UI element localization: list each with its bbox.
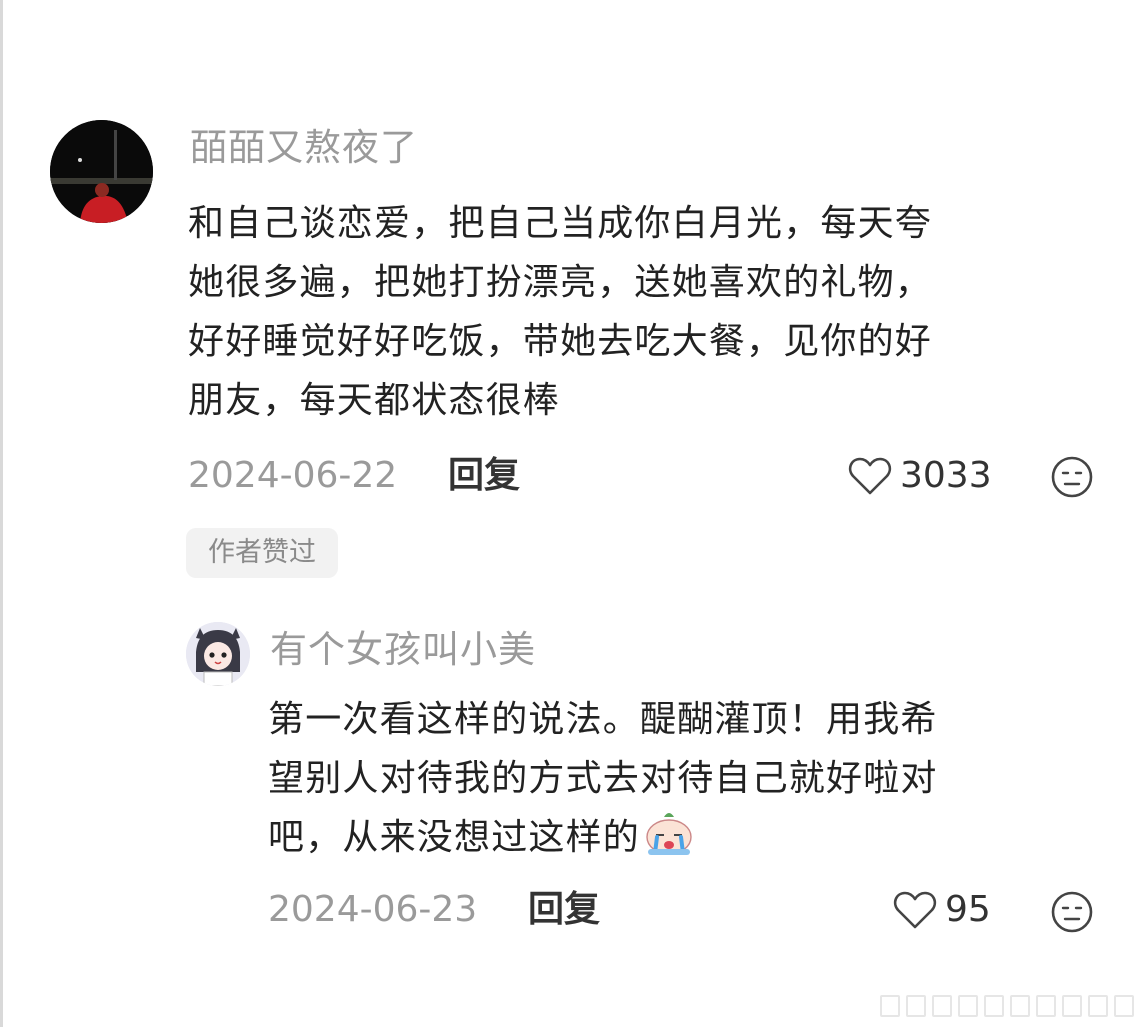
- comment-text-line: 朋友，每天都状态很棒: [188, 380, 561, 421]
- reply-button[interactable]: 回复: [528, 888, 600, 932]
- comment-date: 2024-06-22: [188, 455, 398, 496]
- crying-face-emoji-icon: [646, 813, 692, 855]
- comment-text-line: 吧，从来没想过这样的: [268, 808, 938, 867]
- comment-text: 第一次看这样的说法。醍醐灌顶！用我希 望别人对待我的方式去对待自己就好啦对 吧，…: [268, 690, 938, 867]
- comment-text-line: 好好睡觉好好吃饭，带她去吃大餐，见你的好: [188, 321, 933, 362]
- meh-face-icon: [1051, 456, 1093, 498]
- reply-button[interactable]: 回复: [448, 454, 520, 498]
- username[interactable]: 皕皕又熬夜了: [190, 126, 418, 170]
- dislike-button[interactable]: [1050, 455, 1094, 503]
- username[interactable]: 有个女孩叫小美: [270, 628, 536, 672]
- heart-outline-icon: [848, 457, 892, 495]
- comment-text-line: 和自己谈恋爱，把自己当成你白月光，每天夸: [188, 203, 933, 244]
- like-button[interactable]: 3033: [848, 454, 992, 498]
- comment-text-line: 第一次看这样的说法。醍醐灌顶！用我希: [268, 699, 938, 740]
- comment-text-line: 她很多遍，把她打扮漂亮，送她喜欢的礼物，: [188, 262, 933, 303]
- dislike-button[interactable]: [1050, 890, 1094, 938]
- watermark: [880, 995, 1134, 1017]
- heart-outline-icon: [893, 891, 937, 929]
- comment-text-line: 望别人对待我的方式去对待自己就好啦对: [268, 758, 938, 799]
- comment-text: 和自己谈恋爱，把自己当成你白月光，每天夸 她很多遍，把她打扮漂亮，送她喜欢的礼物…: [188, 194, 932, 430]
- avatar[interactable]: [186, 622, 250, 686]
- comment-date: 2024-06-23: [268, 889, 478, 930]
- like-count: 95: [945, 889, 991, 930]
- avatar[interactable]: [50, 120, 153, 223]
- like-count: 3033: [900, 455, 992, 496]
- left-edge-divider: [0, 0, 3, 1027]
- like-button[interactable]: 95: [893, 888, 991, 932]
- cartoon-girl-avatar-icon: [186, 622, 250, 686]
- meh-face-icon: [1051, 891, 1093, 933]
- author-liked-badge: 作者赞过: [186, 528, 338, 578]
- comment-text-line-content: 吧，从来没想过这样的: [268, 817, 641, 858]
- night-photo-avatar-icon: [50, 120, 153, 223]
